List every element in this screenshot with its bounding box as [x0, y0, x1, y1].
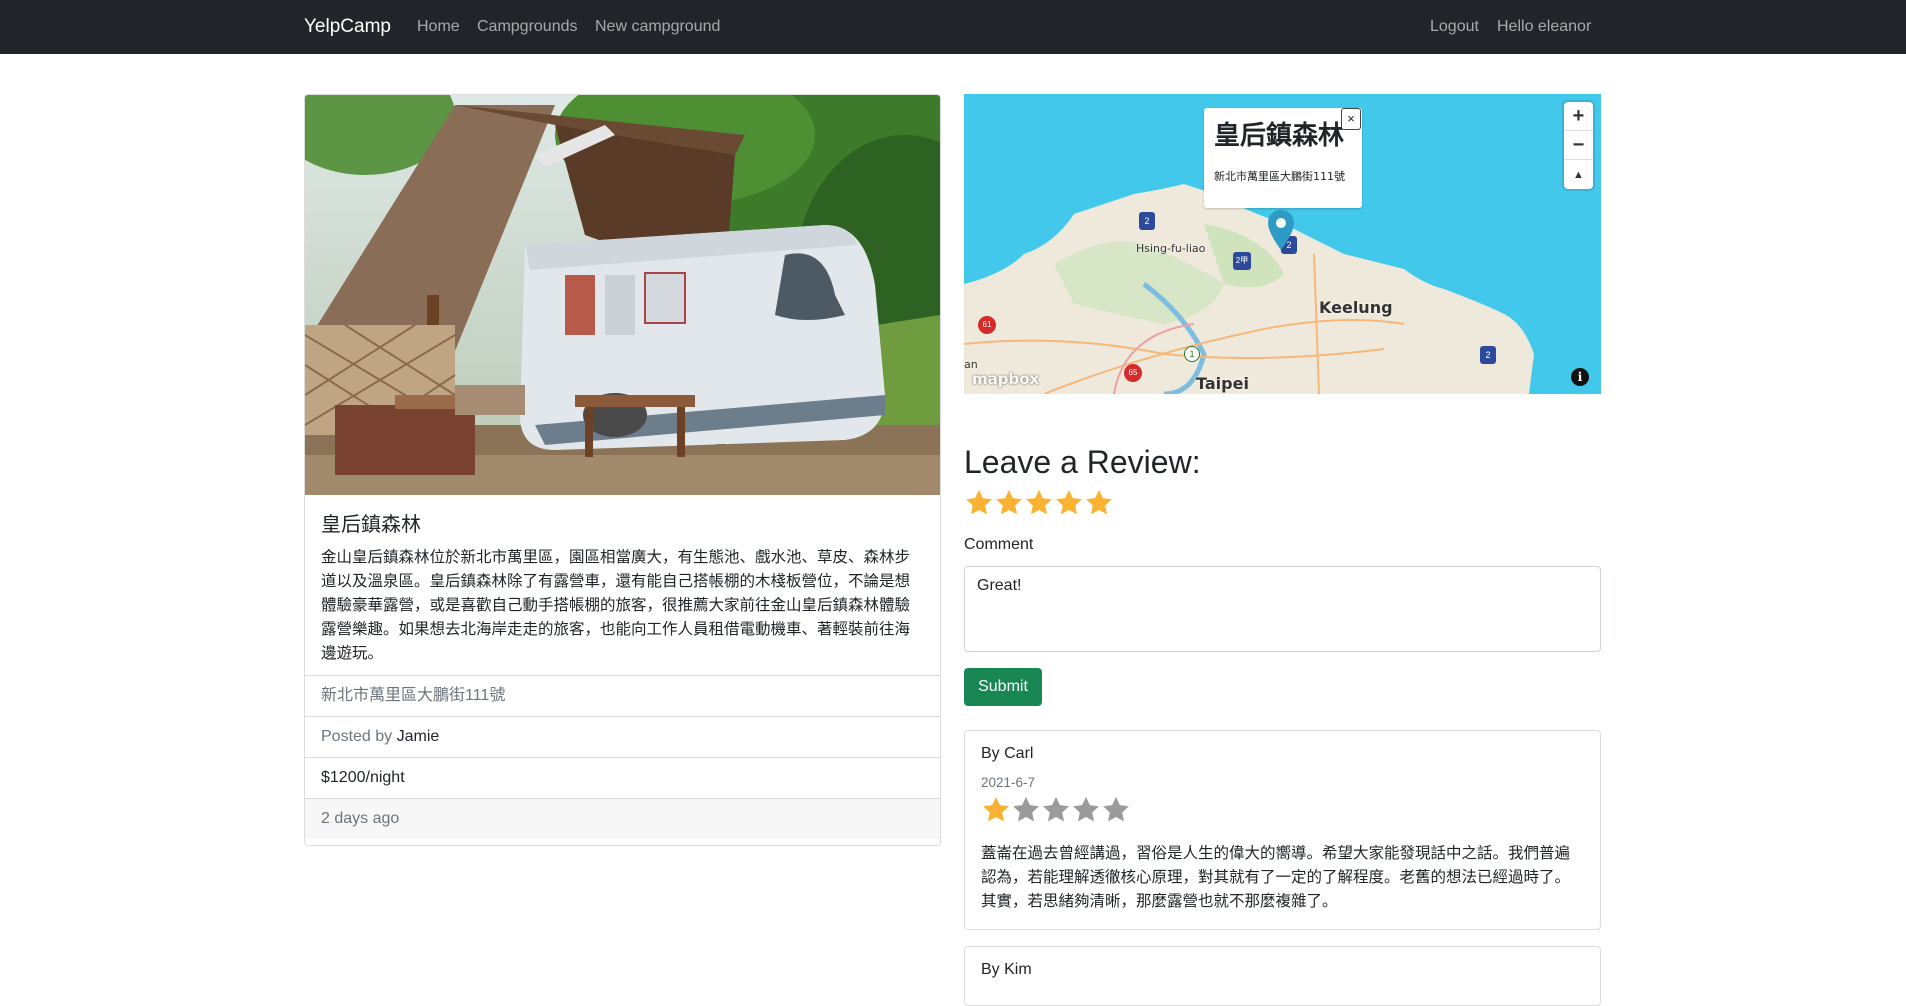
navbar: YelpCamp Home Campgrounds New campground…: [0, 0, 1906, 54]
campground-description: 金山皇后鎮森林位於新北市萬里區，園區相當廣大，有生態池、戲水池、草皮、森林步道以…: [321, 548, 911, 662]
attribution-info-icon[interactable]: i: [1571, 368, 1589, 386]
comment-textarea[interactable]: Great!: [964, 566, 1601, 652]
map-popup-close-button[interactable]: ×: [1341, 108, 1361, 130]
campground-card-body: 皇后鎮森林 金山皇后鎮森林位於新北市萬里區，園區相當廣大，有生態池、戲水池、草皮…: [305, 495, 940, 675]
map-popup-title: 皇后鎮森林: [1214, 121, 1345, 151]
star-empty-icon: [1041, 795, 1071, 830]
highway-shield-icon: 2: [1480, 346, 1496, 364]
compass-button[interactable]: ▲: [1564, 160, 1593, 189]
star-filled-icon[interactable]: [1054, 488, 1084, 523]
zoom-in-button[interactable]: +: [1564, 102, 1593, 131]
map-popup-address: 新北市萬里區大鵬街111號: [1214, 170, 1345, 183]
nav-new-campground[interactable]: New campground: [595, 17, 720, 37]
review-star-rating: [981, 795, 1131, 830]
mapbox-logo[interactable]: mapbox: [972, 370, 1039, 388]
map-navigation-controls: + − ▲: [1564, 102, 1593, 189]
submit-review-button[interactable]: Submit: [964, 668, 1042, 706]
highway-shield-icon: 65: [1124, 364, 1142, 382]
nav-logout[interactable]: Logout: [1430, 17, 1479, 37]
nav-user-greeting: Hello eleanor: [1497, 18, 1592, 35]
location-pin-icon[interactable]: [1268, 210, 1294, 250]
posted-by-label: Posted by: [321, 728, 393, 745]
nav-campgrounds[interactable]: Campgrounds: [477, 17, 578, 37]
campground-title: 皇后鎮森林: [321, 512, 421, 536]
brand-link[interactable]: YelpCamp: [304, 15, 391, 39]
map-label-hsing: Hsing-fu-liao: [1136, 242, 1206, 255]
review-author: By Carl: [981, 745, 1034, 762]
rating-star-input[interactable]: [964, 488, 1114, 523]
campground-card: 皇后鎮森林 金山皇后鎮森林位於新北市萬里區，園區相當廣大，有生態池、戲水池、草皮…: [304, 94, 941, 846]
comment-label: Comment: [964, 536, 1034, 553]
review-author: By Kim: [981, 961, 1032, 978]
highway-shield-icon: 2甲: [1233, 252, 1251, 270]
zoom-out-button[interactable]: −: [1564, 131, 1593, 160]
review-card: By Carl 2021-6-7 蓋崙在過去曾經講過，習俗是人生的偉大的嚮導。希…: [964, 730, 1601, 930]
highway-shield-icon: 2: [1139, 212, 1155, 230]
highway-shield-icon: 1: [1184, 346, 1200, 362]
highway-shield-icon: 61: [978, 316, 996, 334]
campground-photo-illustration: [305, 95, 940, 495]
review-card: By Kim: [964, 946, 1601, 1006]
campground-price: $1200/night: [305, 757, 940, 798]
campground-map[interactable]: Hsing-fu-liao Keelung Taipei an mapbox 2…: [964, 94, 1601, 394]
campground-posted-by: Posted by Jamie: [305, 716, 940, 757]
map-popup: 皇后鎮森林 新北市萬里區大鵬街111號 ×: [1204, 108, 1362, 208]
star-filled-icon[interactable]: [1084, 488, 1114, 523]
map-label-keelung: Keelung: [1319, 298, 1393, 317]
star-empty-icon: [1011, 795, 1041, 830]
star-empty-icon: [1071, 795, 1101, 830]
review-text: 蓋崙在過去曾經講過，習俗是人生的偉大的嚮導。希望大家能發現話中之話。我們普遍認為…: [981, 844, 1571, 910]
map-label-taipei: Taipei: [1196, 374, 1249, 393]
star-filled-icon[interactable]: [1024, 488, 1054, 523]
review-form-heading: Leave a Review:: [964, 444, 1201, 480]
review-date: 2021-6-7: [981, 775, 1036, 790]
campground-posted-time: 2 days ago: [305, 798, 940, 839]
star-filled-icon: [981, 795, 1011, 830]
campground-photo: [305, 95, 940, 495]
campground-location: 新北市萬里區大鵬街111號: [305, 675, 940, 716]
star-filled-icon[interactable]: [964, 488, 994, 523]
star-filled-icon[interactable]: [994, 488, 1024, 523]
nav-home[interactable]: Home: [417, 17, 460, 37]
star-empty-icon: [1101, 795, 1131, 830]
campground-author: Jamie: [396, 728, 440, 745]
